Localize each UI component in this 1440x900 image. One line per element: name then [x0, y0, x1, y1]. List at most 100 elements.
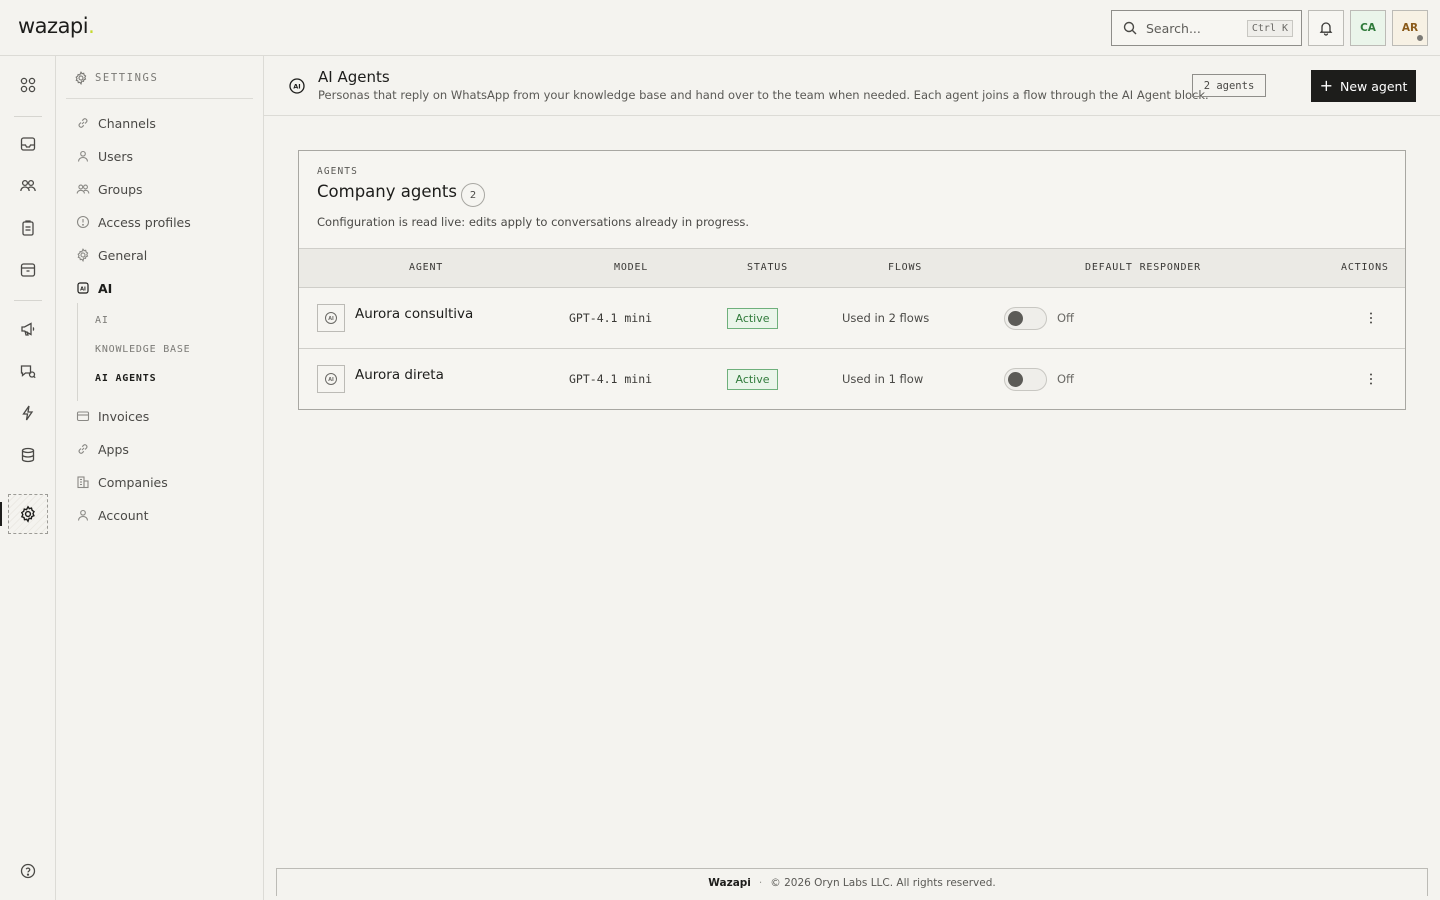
- icon-rail: [0, 56, 56, 900]
- ai-agent-icon: AI: [325, 373, 337, 385]
- sidebar-item-companies[interactable]: Companies: [76, 471, 168, 493]
- toggle-knob: [1008, 372, 1023, 387]
- database-icon[interactable]: [17, 444, 39, 466]
- shield-icon: [76, 215, 90, 229]
- gear-icon: [77, 248, 89, 262]
- agent-model: GPT-4.1 mini: [569, 311, 653, 325]
- company-initials: CA: [1360, 22, 1376, 34]
- search-shortcut: Ctrl K: [1246, 19, 1293, 37]
- sidebar-item-groups[interactable]: Groups: [76, 178, 143, 200]
- sidebar-item-users[interactable]: Users: [76, 145, 133, 167]
- sidebar-item-access-profiles[interactable]: Access profiles: [76, 211, 191, 233]
- table-row[interactable]: AI Aurora consultiva GPT-4.1 mini Active…: [299, 288, 1405, 349]
- card-note: Configuration is read live: edits apply …: [317, 215, 750, 229]
- page-footer: Wazapi · © 2026 Oryn Labs LLC. All right…: [276, 868, 1428, 896]
- help-icon[interactable]: [17, 860, 39, 882]
- settings-sidebar: SETTINGS Channels Users Groups Access pr…: [56, 56, 264, 900]
- users-icon: [76, 184, 90, 194]
- column-model: MODEL: [614, 262, 649, 273]
- settings-icon[interactable]: [17, 503, 39, 525]
- agent-name[interactable]: Aurora direta: [355, 367, 444, 383]
- ai-agent-icon: AI: [289, 78, 305, 94]
- default-responder-label: Off: [1057, 372, 1074, 386]
- rail-active-indicator: [0, 502, 2, 526]
- agent-avatar: AI: [317, 365, 345, 393]
- svg-text:AI: AI: [293, 83, 300, 91]
- new-agent-button[interactable]: + New agent: [1311, 70, 1416, 102]
- default-responder-toggle[interactable]: [1004, 307, 1047, 330]
- column-actions: ACTIONS: [1341, 262, 1389, 273]
- card-kicker: AGENTS: [317, 166, 358, 177]
- agents-card: AGENTS Company agents 2 Configuration is…: [298, 150, 1406, 410]
- sidebar-subitem-knowledge-base[interactable]: KNOWLEDGE BASE: [95, 344, 191, 355]
- link-icon: [78, 118, 88, 128]
- broadcast-icon[interactable]: [17, 360, 39, 382]
- agents-count-badge: 2 agents: [1192, 74, 1266, 97]
- agent-name[interactable]: Aurora consultiva: [355, 306, 473, 322]
- rail-divider: [14, 116, 42, 117]
- row-actions-button[interactable]: [1361, 307, 1381, 329]
- bell-icon: [1319, 22, 1333, 36]
- default-responder-label: Off: [1057, 311, 1074, 325]
- svg-text:AI: AI: [328, 377, 334, 383]
- footer-copyright: © 2026 Oryn Labs LLC. All rights reserve…: [770, 876, 996, 889]
- agent-flows[interactable]: Used in 1 flow: [842, 372, 923, 386]
- user-initials: AR: [1401, 22, 1419, 34]
- kebab-icon: [1370, 373, 1372, 385]
- search-placeholder: Search...: [1146, 20, 1201, 36]
- status-badge: Active: [727, 308, 778, 329]
- grid-icon[interactable]: [17, 74, 39, 96]
- building-icon: [77, 476, 89, 489]
- sidebar-item-general[interactable]: General: [76, 244, 147, 266]
- column-default-responder: DEFAULT RESPONDER: [1085, 262, 1201, 273]
- sidebar-subitem-ai[interactable]: AI: [95, 315, 109, 326]
- app-logo[interactable]: wazapi.: [18, 14, 95, 38]
- status-badge: Active: [727, 369, 778, 390]
- sidebar-item-apps[interactable]: Apps: [76, 438, 129, 460]
- default-responder-toggle[interactable]: [1004, 368, 1047, 391]
- inbox-icon[interactable]: [17, 133, 39, 155]
- column-agent: AGENT: [409, 262, 444, 273]
- archive-icon[interactable]: [17, 259, 39, 281]
- new-agent-label: New agent: [1340, 78, 1408, 94]
- settings-header: SETTINGS: [74, 71, 158, 85]
- plus-icon: +: [1319, 76, 1334, 95]
- agent-flows[interactable]: Used in 2 flows: [842, 311, 929, 325]
- top-bar: wazapi. Search... Ctrl K CA AR: [0, 0, 1440, 56]
- row-actions-button[interactable]: [1361, 368, 1381, 390]
- sidebar-item-account[interactable]: Account: [76, 504, 148, 526]
- card-title: Company agents: [317, 182, 458, 201]
- gear-icon: [75, 71, 87, 85]
- sidebar-subitem-ai-agents[interactable]: AI AGENTS: [95, 373, 156, 384]
- notifications-button[interactable]: [1308, 10, 1344, 46]
- svg-text:AI: AI: [328, 316, 334, 322]
- link-icon: [78, 444, 88, 454]
- sidebar-item-channels[interactable]: Channels: [76, 112, 156, 134]
- column-status: STATUS: [747, 262, 788, 273]
- table-header: AGENT MODEL STATUS FLOWS DEFAULT RESPOND…: [299, 248, 1405, 288]
- user-icon: [77, 509, 89, 521]
- page-title: AI Agents: [318, 68, 390, 86]
- page-header: AI AI Agents Personas that reply on What…: [264, 56, 1440, 116]
- column-flows: FLOWS: [888, 262, 923, 273]
- search-icon: [1123, 21, 1137, 35]
- megaphone-icon[interactable]: [17, 318, 39, 340]
- user-icon: [77, 150, 89, 162]
- search-input[interactable]: Search... Ctrl K: [1111, 10, 1302, 46]
- page-description: Personas that reply on WhatsApp from you…: [318, 88, 1209, 102]
- contacts-icon[interactable]: [17, 175, 39, 197]
- bolt-icon[interactable]: [17, 402, 39, 424]
- company-switcher-button[interactable]: CA: [1350, 10, 1386, 46]
- toggle-knob: [1008, 311, 1023, 326]
- ai-submenu-line: [77, 303, 78, 401]
- user-avatar-button[interactable]: AR: [1392, 10, 1428, 46]
- sidebar-divider: [66, 98, 253, 99]
- sidebar-item-invoices[interactable]: Invoices: [76, 405, 149, 427]
- table-row[interactable]: AI Aurora direta GPT-4.1 mini Active Use…: [299, 349, 1405, 410]
- agent-model: GPT-4.1 mini: [569, 372, 653, 386]
- clipboard-icon[interactable]: [17, 217, 39, 239]
- sidebar-item-ai[interactable]: AI AI: [76, 277, 112, 299]
- footer-separator: ·: [758, 876, 763, 889]
- rail-divider: [14, 300, 42, 301]
- svg-text:AI: AI: [80, 286, 86, 292]
